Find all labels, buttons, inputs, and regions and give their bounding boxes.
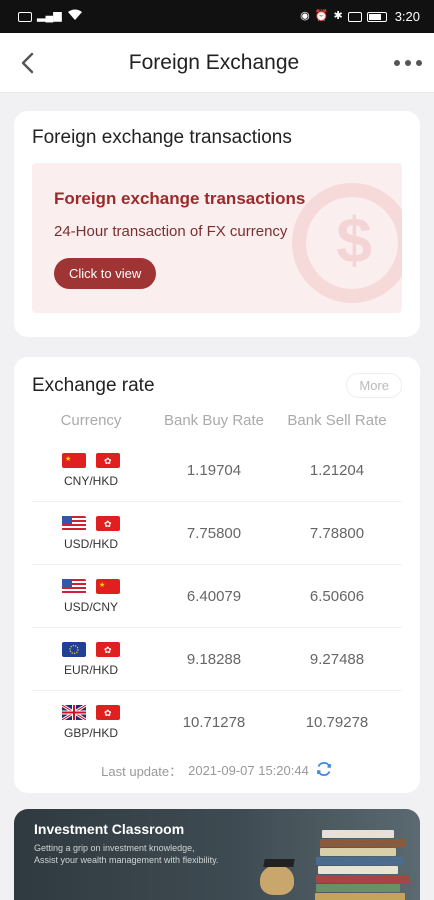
books-illustration-icon — [260, 815, 410, 900]
fx-card-title: Foreign exchange transactions — [32, 127, 292, 148]
usa-flag-icon — [62, 515, 86, 531]
eye-icon: ◉ — [300, 10, 310, 22]
page-title: Foreign Exchange — [128, 50, 300, 74]
currency-pair: GBP/HKD — [63, 726, 118, 740]
more-button[interactable]: More — [346, 373, 402, 398]
column-currency: Currency — [60, 412, 122, 429]
investment-classroom-card[interactable]: Investment Classroom Getting a grip on i… — [14, 809, 420, 900]
rate-list: ★ ✿ CNY/HKD 1.19704 1.21204 ✿ USD/HKD 7.… — [32, 439, 402, 754]
status-right: ◉ ⏰ ✱ 3:20 — [300, 9, 420, 24]
svg-text:★: ★ — [65, 455, 71, 463]
exchange-rate-title: Exchange rate — [32, 374, 155, 396]
sell-rate: 1.21204 — [309, 461, 365, 479]
mute-icon — [347, 11, 362, 22]
chevron-left-icon — [21, 52, 34, 73]
rate-row[interactable]: ★ ✿ CNY/HKD 1.19704 1.21204 — [32, 439, 402, 502]
exchange-rate-card: Exchange rate More Currency Bank Buy Rat… — [14, 357, 420, 793]
sell-rate: 7.78800 — [309, 524, 365, 542]
dot-icon — [415, 59, 422, 66]
eu-flag-icon — [62, 641, 86, 657]
dot-icon — [393, 59, 400, 66]
currency-cell: ✿ EUR/HKD — [32, 641, 150, 677]
rate-row[interactable]: ✿ EUR/HKD 9.18288 9.27488 — [32, 628, 402, 691]
hong-kong-flag-icon: ✿ — [96, 452, 120, 468]
sim-icon — [18, 11, 32, 22]
usa-flag-icon — [62, 578, 86, 594]
column-buy-rate: Bank Buy Rate — [163, 412, 265, 429]
hong-kong-flag-icon: ✿ — [96, 705, 120, 720]
battery-icon — [366, 11, 387, 22]
status-time: 3:20 — [394, 9, 420, 24]
dot-icon — [404, 59, 411, 66]
rate-table-header: Currency Bank Buy Rate Bank Sell Rate — [32, 412, 402, 429]
column-sell-rate: Bank Sell Rate — [287, 412, 387, 429]
exchange-rate-header: Exchange rate More — [32, 373, 402, 398]
svg-text:✿: ✿ — [104, 645, 112, 655]
currency-cell: ★ USD/CNY — [32, 578, 150, 614]
currency-pair: USD/CNY — [63, 599, 118, 614]
uk-flag-icon — [61, 703, 87, 722]
status-left: ▂▄▆ — [18, 9, 83, 24]
wifi-icon — [67, 9, 83, 24]
last-update-value: 2021-09-07 15:20:44 — [188, 763, 309, 778]
buy-rate: 1.19704 — [186, 461, 242, 479]
currency-pair: USD/HKD — [63, 536, 118, 551]
rate-row[interactable]: ✿ GBP/HKD 10.71278 10.79278 — [32, 691, 402, 754]
fx-banner[interactable]: $ Foreign exchange transactions 24-Hour … — [32, 163, 402, 313]
currency-decoration-icon: $ — [336, 204, 372, 276]
signal-icon: ▂▄▆ — [37, 10, 62, 22]
click-to-view-button[interactable]: Click to view — [54, 258, 157, 289]
nav-bar: Foreign Exchange — [0, 33, 434, 93]
sell-rate: 9.27488 — [309, 650, 365, 668]
svg-text:✿: ✿ — [104, 456, 112, 466]
currency-cell: ✿ GBP/HKD — [32, 703, 150, 740]
status-bar: ▂▄▆ ◉ ⏰ ✱ 3:20 — [0, 0, 434, 33]
currency-cell: ✿ USD/HKD — [32, 515, 150, 551]
refresh-icon[interactable] — [315, 760, 333, 781]
currency-cell: ★ ✿ CNY/HKD — [32, 452, 150, 488]
svg-text:✿: ✿ — [104, 519, 112, 529]
buy-rate: 6.40079 — [186, 587, 242, 605]
buy-rate: 9.18288 — [186, 650, 242, 668]
hong-kong-flag-icon: ✿ — [96, 641, 120, 657]
rate-row[interactable]: ✿ USD/HKD 7.75800 7.78800 — [32, 502, 402, 565]
sell-rate: 6.50606 — [309, 587, 365, 605]
currency-pair: CNY/HKD — [63, 473, 118, 488]
hong-kong-flag-icon: ✿ — [96, 515, 120, 531]
fx-transactions-card: Foreign exchange transactions $ Foreign … — [14, 111, 420, 337]
china-flag-icon: ★ — [62, 452, 86, 468]
last-update-label: Last update： — [101, 764, 183, 779]
svg-text:★: ★ — [99, 581, 105, 589]
graduation-cap-icon — [263, 859, 295, 867]
china-flag-icon: ★ — [96, 578, 120, 594]
currency-pair: EUR/HKD — [63, 662, 118, 677]
more-menu-button[interactable] — [386, 59, 422, 66]
alarm-icon: ⏰ — [314, 10, 329, 22]
buy-rate: 10.71278 — [182, 714, 246, 731]
bluetooth-icon: ✱ — [333, 10, 343, 22]
last-update: Last update： 2021-09-07 15:20:44 — [32, 760, 402, 781]
rate-row[interactable]: ★ USD/CNY 6.40079 6.50606 — [32, 565, 402, 628]
sell-rate: 10.79278 — [305, 714, 369, 731]
back-button[interactable] — [12, 48, 42, 78]
svg-text:✿: ✿ — [104, 708, 112, 718]
buy-rate: 7.75800 — [186, 524, 242, 542]
money-bag-icon — [260, 865, 294, 895]
